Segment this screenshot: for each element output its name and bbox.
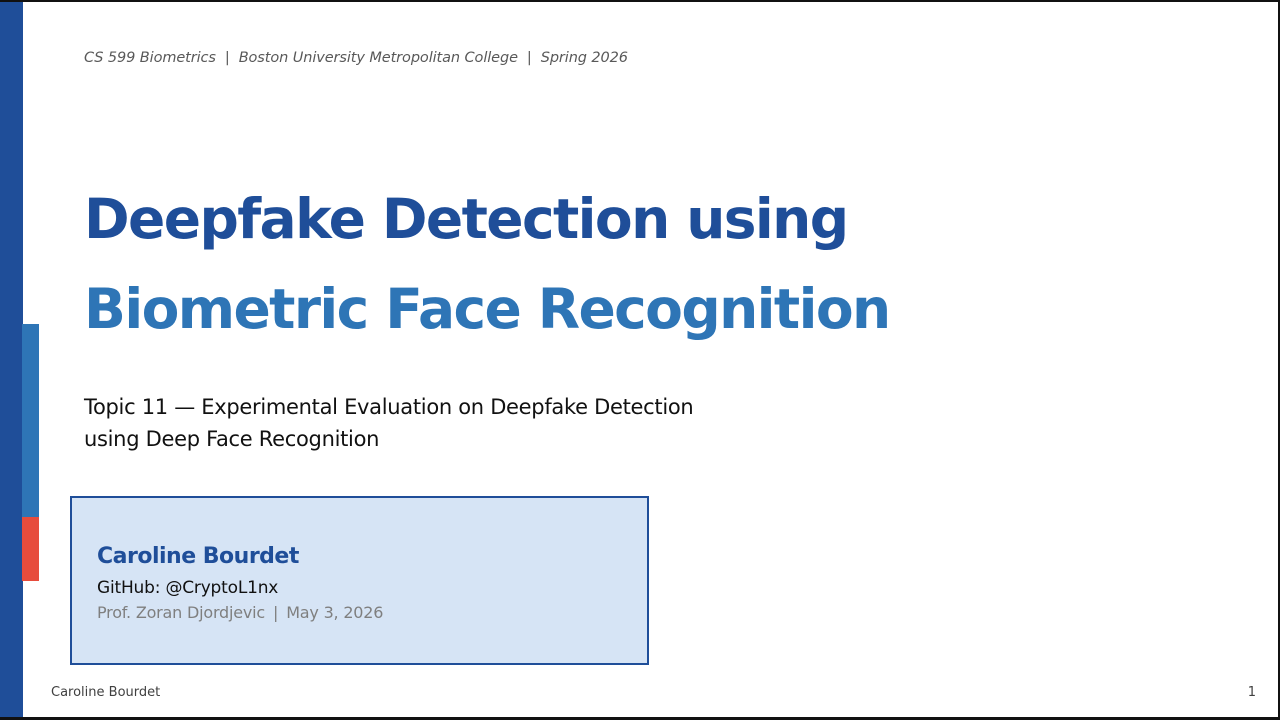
title-line-1: Deepfake Detection using bbox=[84, 187, 849, 251]
author-meta: Prof. Zoran Djordjevic | May 3, 2026 bbox=[97, 603, 383, 622]
term: Spring 2026 bbox=[540, 50, 628, 66]
institution-name: Boston University Metropolitan College bbox=[238, 50, 518, 66]
author-info-box: Caroline Bourdet GitHub: @CryptoL1nx Pro… bbox=[70, 496, 649, 665]
course-name: CS 599 Biometrics bbox=[84, 50, 216, 66]
subtitle: Topic 11 — Experimental Evaluation on De… bbox=[84, 391, 694, 455]
professor-name: Prof. Zoran Djordjevic bbox=[97, 603, 265, 622]
author-name: Caroline Bourdet bbox=[97, 544, 299, 569]
course-header: CS 599 Biometrics | Boston University Metr… bbox=[84, 50, 628, 66]
presentation-date: May 3, 2026 bbox=[286, 603, 384, 622]
slide-number: 1 bbox=[1247, 685, 1256, 700]
title-line-2: Biometric Face Recognition bbox=[84, 277, 891, 341]
subtitle-line-2: using Deep Face Recognition bbox=[84, 427, 380, 451]
subtitle-line-1: Topic 11 — Experimental Evaluation on De… bbox=[84, 395, 694, 419]
author-github: GitHub: @CryptoL1nx bbox=[97, 578, 279, 598]
meta-separator: | bbox=[273, 603, 279, 622]
slide: CS 599 Biometrics | Boston University Metr… bbox=[0, 0, 1280, 720]
left-accent-blue-segment bbox=[22, 324, 39, 517]
left-accent-bar bbox=[0, 2, 23, 717]
header-separator: | bbox=[526, 50, 532, 66]
header-separator: | bbox=[224, 50, 230, 66]
left-accent-red-segment bbox=[22, 517, 39, 581]
footer-author: Caroline Bourdet bbox=[51, 685, 161, 700]
